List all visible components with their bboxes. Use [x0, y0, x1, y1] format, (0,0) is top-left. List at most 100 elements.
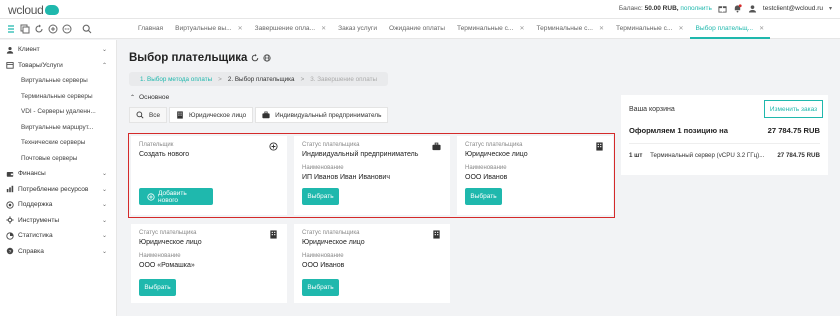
chevron-down-icon: ⌄ — [101, 171, 107, 177]
payer-card: Статус плательщика Юридическое лицо Наим… — [457, 136, 613, 215]
sidebar-item-resource-usage[interactable]: Потребление ресурсов ⌄ — [0, 182, 116, 198]
briefcase-icon — [262, 111, 271, 120]
step-separator: > — [218, 75, 222, 83]
add-circle-icon[interactable] — [48, 24, 58, 34]
tab-awaiting-payment[interactable]: Ожидание оплаты — [383, 19, 451, 39]
topup-link[interactable]: пополнить — [680, 5, 712, 12]
tab-terminal-1[interactable]: Терминальные с... ✕ — [451, 19, 531, 39]
chevron-down-icon[interactable]: ▾ — [829, 5, 832, 12]
box-icon — [6, 61, 14, 69]
balance-value: 50.00 RUB, — [644, 5, 679, 12]
logo[interactable]: wcloud — [8, 2, 59, 17]
select-payer-button[interactable]: Выбрать — [139, 279, 176, 296]
chevron-down-icon: ⌄ — [101, 202, 107, 208]
sidebar-item-label: Товары/Услуги — [18, 61, 63, 69]
stats-icon — [6, 232, 14, 240]
sidebar-item-tools[interactable]: Инструменты ⌄ — [0, 213, 116, 229]
sidebar-item-label: Клиент — [18, 46, 40, 54]
tab-label: Выбор плательщ... — [695, 25, 754, 32]
select-payer-button[interactable]: Выбрать — [302, 279, 339, 296]
user-email[interactable]: testclient@wcloud.ru — [763, 5, 823, 12]
button-label: Выбрать — [307, 193, 334, 200]
tab-payer-selection[interactable]: Выбор плательщ... ✕ — [689, 19, 771, 39]
windows-icon[interactable] — [20, 24, 30, 34]
sidebar-subitem-terminal-servers[interactable]: Терминальные серверы — [0, 89, 116, 105]
close-icon[interactable]: ✕ — [321, 26, 326, 32]
button-label: Выбрать — [144, 284, 171, 291]
building-icon — [176, 110, 185, 120]
sidebar: Клиент ⌄ Товары/Услуги ⌃ Виртуальные сер… — [0, 40, 117, 316]
sidebar-subitem-virtual-routers[interactable]: Виртуальные маршрут... — [0, 120, 116, 136]
chevron-up-icon: ⌃ — [101, 62, 107, 69]
close-icon[interactable]: ✕ — [238, 26, 243, 32]
filter-legal-entity[interactable]: Юридическое лицо — [169, 107, 254, 123]
page-title: Выбор плательщика — [129, 52, 272, 64]
tab-terminal-2[interactable]: Терминальные с... ✕ — [530, 19, 610, 39]
section-toggle[interactable]: ⌃ Основное — [130, 94, 169, 101]
sidebar-item-statistics[interactable]: Статистика ⌄ — [0, 228, 116, 244]
filter-label: Все — [149, 111, 161, 119]
filter-individual-entrepreneur[interactable]: Индивидуальный предприниматель — [255, 107, 389, 123]
sidebar-item-label: Потребление ресурсов — [18, 185, 89, 193]
change-order-button[interactable]: Изменить заказ — [764, 100, 823, 118]
sidebar-item-goods[interactable]: Товары/Услуги ⌃ — [0, 58, 116, 74]
more-icon[interactable] — [62, 24, 72, 34]
tab-label: Главная — [138, 25, 164, 32]
close-icon[interactable]: ✕ — [678, 26, 683, 32]
sidebar-subitem-mail-servers[interactable]: Почтовые серверы — [0, 151, 116, 167]
name-value: ООО Иванов — [465, 174, 508, 181]
cart-summary-label: Оформляем 1 позицию на — [629, 126, 728, 135]
refresh-icon[interactable] — [251, 54, 259, 62]
briefcase-icon — [432, 142, 441, 151]
globe-icon[interactable] — [263, 54, 272, 62]
step-payer: 2. Выбор плательщика — [227, 75, 295, 83]
tab-payment-completion[interactable]: Завершение опла... ✕ — [249, 19, 332, 39]
tab-terminal-3[interactable]: Терминальные с... ✕ — [610, 19, 690, 39]
step-payment-method[interactable]: 1. Выбор метода оплаты — [140, 76, 212, 83]
collapse-icon[interactable] — [6, 24, 16, 34]
close-icon[interactable]: ✕ — [519, 26, 524, 32]
sidebar-item-help[interactable]: ? Справка ⌄ — [0, 244, 116, 260]
building-icon — [269, 230, 278, 239]
close-icon[interactable]: ✕ — [599, 26, 604, 32]
select-payer-button[interactable]: Выбрать — [302, 188, 339, 205]
main-content: Выбор плательщика 1. Выбор метода оплаты… — [118, 40, 840, 316]
add-new-payer-button[interactable]: Добавить нового — [139, 188, 213, 205]
status-value: Юридическое лицо — [302, 239, 365, 246]
cart-item-price: 27 784.75 RUB — [777, 152, 820, 159]
payer-type-filters: Все Юридическое лицо Индивидуальный пред… — [129, 107, 389, 123]
add-circle-icon[interactable] — [269, 142, 278, 151]
support-icon — [6, 201, 14, 209]
sidebar-subitem-label: Терминальные серверы — [21, 92, 93, 100]
user-icon — [6, 46, 14, 54]
payer-card: Статус плательщика Юридическое лицо Наим… — [294, 224, 450, 303]
top-right-area: Баланс: 50.00 RUB, пополнить testclient@… — [619, 4, 832, 13]
close-icon[interactable]: ✕ — [759, 26, 764, 32]
filter-label: Юридическое лицо — [189, 111, 247, 119]
sidebar-subitem-virtual-servers[interactable]: Виртуальные серверы — [0, 73, 116, 89]
filter-all[interactable]: Все — [129, 107, 168, 123]
bell-icon[interactable] — [733, 4, 742, 13]
sidebar-item-finance[interactable]: Финансы ⌄ — [0, 166, 116, 182]
payer-value: Создать нового — [139, 151, 190, 158]
tab-virtual[interactable]: Виртуальные вы... ✕ — [169, 19, 249, 39]
section-label: Основное — [139, 94, 170, 101]
gift-icon[interactable] — [718, 4, 727, 13]
avatar-icon[interactable] — [748, 4, 757, 13]
sidebar-item-support[interactable]: Поддержка ⌄ — [0, 197, 116, 213]
sidebar-subitem-vdi[interactable]: VDI - Серверы удаленн... — [0, 104, 116, 120]
name-label: Наименование — [302, 253, 344, 259]
sidebar-item-client[interactable]: Клиент ⌄ — [0, 42, 116, 58]
sidebar-item-label: Поддержка — [18, 201, 53, 209]
refresh-icon[interactable] — [34, 24, 44, 34]
tab-home[interactable]: Главная — [132, 19, 169, 39]
tab-label: Терминальные с... — [615, 25, 673, 32]
chevron-up-icon: ⌃ — [130, 95, 136, 101]
search-icon[interactable] — [82, 24, 92, 34]
tab-label: Терминальные с... — [456, 25, 514, 32]
tab-order[interactable]: Заказ услуги — [332, 19, 383, 39]
select-payer-button[interactable]: Выбрать — [465, 188, 502, 205]
sidebar-item-label: Справка — [18, 247, 44, 255]
logo-text: wcloud — [8, 2, 44, 17]
sidebar-subitem-technical-servers[interactable]: Технические серверы — [0, 135, 116, 151]
